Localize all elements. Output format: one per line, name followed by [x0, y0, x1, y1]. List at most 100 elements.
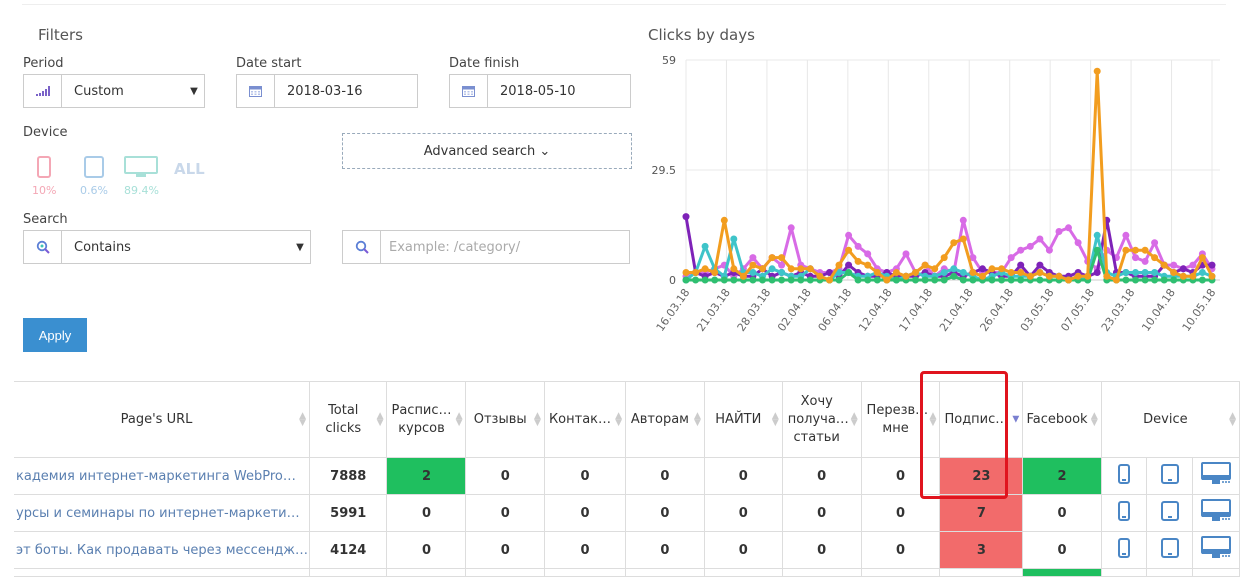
series-green-point — [787, 276, 795, 284]
series-teal-point — [1132, 269, 1139, 276]
partial-cell — [309, 568, 388, 577]
table-row: эт боты. Как продавать через мессендж… 41… — [14, 531, 1240, 569]
series-orange-point — [883, 276, 891, 284]
device-mobile-cell[interactable] — [1100, 494, 1148, 532]
device-filter-all[interactable]: ALL — [174, 160, 205, 178]
series-violet-point — [902, 250, 910, 258]
series-orange-point — [979, 272, 986, 280]
metric-cell: 0 — [625, 494, 705, 532]
apply-button[interactable]: Apply — [23, 318, 87, 352]
series-green-point — [1007, 276, 1015, 284]
desktop-icon — [124, 156, 159, 177]
series-orange-point — [921, 261, 929, 269]
column-header-device[interactable]: Device ▲ ▼ — [1100, 381, 1240, 458]
page-url-link[interactable]: кадемия интернет-маркетинга WebPro… — [14, 457, 311, 495]
period-label: Period — [23, 56, 64, 71]
sort-icon: ▲ ▼ — [1090, 410, 1098, 428]
x-tick-label: 12.04.18 — [856, 286, 895, 334]
device-tablet-cell[interactable] — [1146, 494, 1194, 532]
page-url-link[interactable]: эт боты. Как продавать через мессендж… — [14, 531, 311, 569]
series-orange-point — [1103, 272, 1111, 280]
device-filter-mobile[interactable]: 10% — [32, 156, 56, 197]
page-url-link[interactable]: урсы и семинары по интернет-маркети… — [14, 494, 311, 532]
partial-cell — [1022, 568, 1102, 577]
column-header-authors[interactable]: Авторам ▲ ▼ — [625, 381, 705, 458]
device-mobile-pct: 10% — [32, 184, 57, 197]
series-purple-point — [1093, 269, 1101, 276]
date-start-input[interactable]: 2018-03-16 — [236, 74, 418, 108]
filters-title: Filters — [38, 26, 83, 44]
partial-cell — [939, 568, 1024, 577]
device-tablet-cell[interactable] — [1146, 531, 1194, 569]
device-tablet-cell[interactable] — [1146, 457, 1194, 495]
partial-cell — [860, 568, 941, 577]
top-divider — [22, 4, 1226, 5]
date-start-label: Date start — [236, 56, 302, 71]
search-input[interactable]: Example: /category/ — [342, 230, 630, 264]
search-mode-select[interactable]: Contains ▼ — [23, 230, 311, 264]
series-orange-point — [1151, 254, 1159, 262]
device-desktop-cell[interactable] — [1192, 494, 1240, 532]
metric-cell: 0 — [465, 457, 545, 495]
series-orange-point — [1122, 246, 1130, 254]
series-violet-point — [1065, 224, 1072, 232]
series-orange-point — [854, 257, 862, 265]
series-orange-point — [816, 272, 824, 280]
series-green-point — [969, 276, 977, 284]
series-violet-point — [845, 231, 853, 239]
table-row: кадемия интернет-маркетинга WebPro… 7888 2… — [14, 457, 1240, 495]
device-mobile-cell[interactable] — [1100, 531, 1148, 569]
y-tick-label: 59 — [662, 54, 676, 67]
series-orange-point — [1007, 269, 1015, 276]
series-green-point — [768, 276, 776, 284]
column-header-facebook[interactable]: Facebook ▲ ▼ — [1022, 381, 1102, 458]
series-orange-point — [873, 269, 881, 276]
device-mobile-cell[interactable] — [1100, 457, 1148, 495]
series-green-point — [892, 276, 900, 284]
metric-cell: 0 — [1022, 494, 1102, 532]
series-green-point — [835, 276, 843, 284]
device-desktop-cell[interactable] — [1192, 531, 1240, 569]
device-desktop-cell[interactable] — [1192, 457, 1240, 495]
x-tick-label: 21.03.18 — [694, 286, 733, 334]
advanced-search-button[interactable]: Advanced search ⌄ — [342, 133, 632, 169]
series-purple-point — [1017, 261, 1025, 269]
metric-cell: 7 — [939, 494, 1024, 532]
date-finish-input[interactable]: 2018-05-10 — [449, 74, 631, 108]
column-header-url[interactable]: Page's URL ▲ ▼ — [14, 381, 311, 458]
desktop-icon — [1201, 536, 1232, 564]
device-filter-tablet[interactable]: 0.6% — [80, 156, 108, 197]
series-green-point — [1151, 276, 1159, 284]
column-header-contacts[interactable]: Контак… ▲ ▼ — [543, 381, 627, 458]
series-violet-point — [1045, 246, 1053, 254]
column-header-find[interactable]: НАЙТИ ▲ ▼ — [703, 381, 783, 458]
sort-icon: ▲ ▼ — [299, 410, 307, 428]
series-green-point — [912, 276, 919, 284]
series-orange-point — [902, 272, 910, 280]
series-green-point — [701, 276, 709, 284]
search-label: Search — [23, 212, 68, 227]
column-header-get-articles[interactable]: Хочу получа… статьи ▲ ▼ — [781, 381, 862, 458]
series-violet-point — [854, 242, 862, 250]
date-finish-value: 2018-05-10 — [500, 83, 576, 99]
chart-title: Clicks by days — [648, 26, 755, 44]
column-header-reviews[interactable]: Отзывы ▲ ▼ — [465, 381, 545, 458]
period-select[interactable]: Custom ▼ — [23, 74, 205, 108]
series-violet-point — [1036, 235, 1044, 243]
partial-cell — [543, 568, 627, 577]
date-start-value: 2018-03-16 — [287, 83, 363, 99]
device-filter-desktop[interactable]: 89.4% — [124, 156, 159, 197]
caret-down-icon: ▼ — [296, 241, 304, 253]
partial-cell — [625, 568, 705, 577]
column-header-total[interactable]: Total clicks ▲ ▼ — [309, 381, 388, 458]
series-violet-point — [864, 250, 872, 258]
partial-cell — [1192, 568, 1240, 577]
x-tick-label: 28.03.18 — [735, 286, 774, 334]
series-orange-point — [1160, 261, 1168, 269]
series-green-point — [797, 276, 805, 284]
metric-cell: 0 — [781, 494, 862, 532]
series-orange-point — [969, 269, 977, 276]
series-green-point — [950, 272, 958, 280]
metric-cell: 0 — [860, 531, 941, 569]
column-header-schedule[interactable]: Распис… курсов ▲ ▼ — [386, 381, 467, 458]
